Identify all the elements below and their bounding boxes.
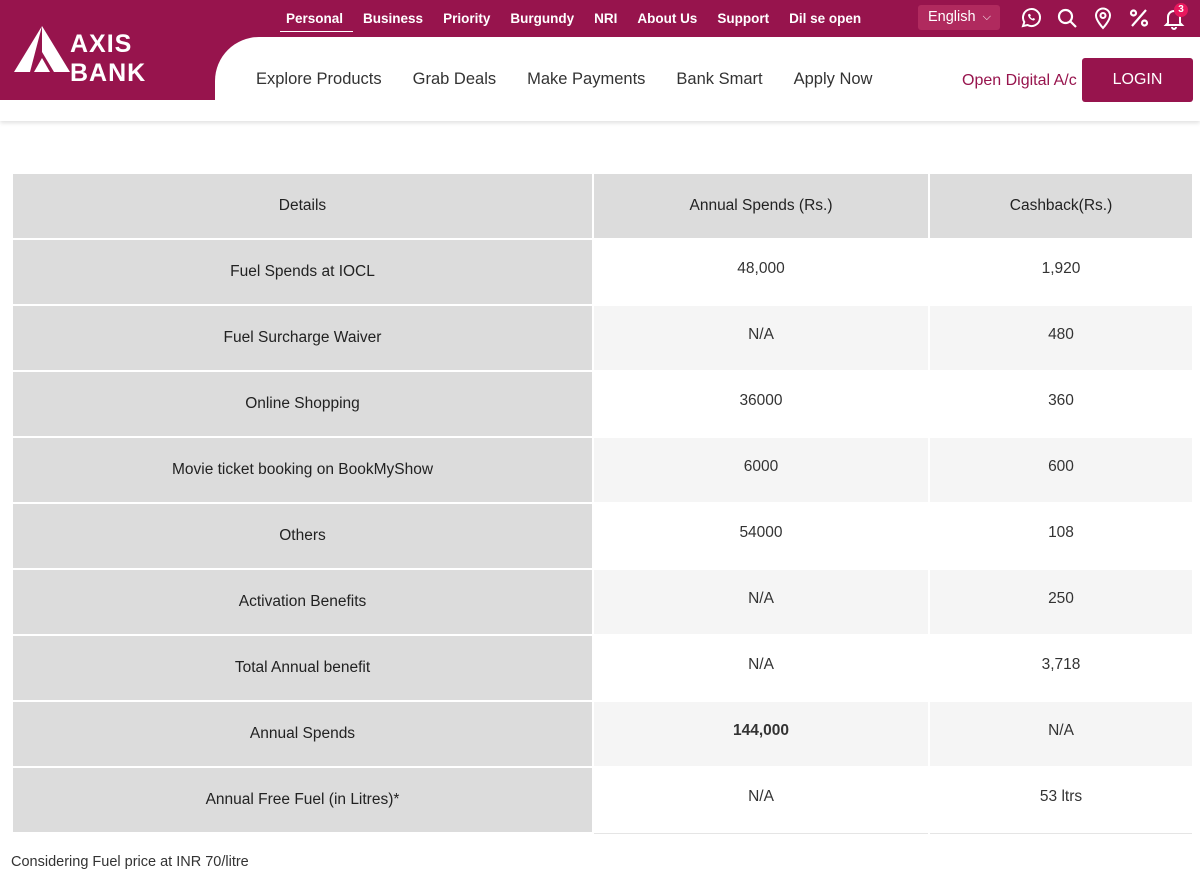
row-detail: Movie ticket booking on BookMyShow (11, 436, 594, 504)
row-annual-spends: 36000 (592, 370, 930, 438)
axis-bank-logo[interactable]: AXIS BANK (0, 0, 215, 100)
nav-make-payments[interactable]: Make Payments (527, 70, 645, 89)
row-cashback: 53 ltrs (928, 766, 1194, 834)
row-cashback: 1,920 (928, 238, 1194, 306)
notification-count-badge: 3 (1174, 3, 1188, 17)
header-details: Details (11, 172, 594, 240)
nav-bank-smart[interactable]: Bank Smart (676, 70, 762, 89)
row-detail: Fuel Spends at IOCL (11, 238, 594, 306)
row-cashback: 108 (928, 502, 1194, 570)
segment-nav: Personal Business Priority Burgundy NRI … (280, 0, 871, 37)
language-selected: English (928, 9, 976, 25)
row-annual-spends: N/A (592, 304, 930, 372)
table-row: Online Shopping 36000 360 (11, 370, 1194, 438)
row-cashback: N/A (928, 700, 1194, 768)
row-annual-spends: 54000 (592, 502, 930, 570)
row-detail: Annual Free Fuel (in Litres)* (11, 766, 594, 834)
row-detail: Fuel Surcharge Waiver (11, 304, 594, 372)
row-detail: Total Annual benefit (11, 634, 594, 702)
login-button[interactable]: LOGIN (1082, 58, 1193, 102)
brand-name: AXIS BANK (70, 30, 147, 87)
table-row: Annual Free Fuel (in Litres)* N/A 53 ltr… (11, 766, 1194, 834)
row-cashback: 3,718 (928, 634, 1194, 702)
row-detail: Activation Benefits (11, 568, 594, 636)
topnav-about-us[interactable]: About Us (627, 0, 707, 37)
open-digital-account-link[interactable]: Open Digital A/c (962, 72, 1077, 90)
nav-apply-now[interactable]: Apply Now (794, 70, 873, 89)
site-header: AXIS BANK Personal Business Priority Bur… (0, 0, 1200, 121)
topnav-dil-se-open[interactable]: Dil se open (779, 0, 871, 37)
whatsapp-icon[interactable] (1019, 6, 1043, 30)
row-cashback: 480 (928, 304, 1194, 372)
row-annual-spends: N/A (592, 634, 930, 702)
row-annual-spends: N/A (592, 568, 930, 636)
fuel-price-footnote: Considering Fuel price at INR 70/litre (11, 854, 249, 870)
main-nav: Explore Products Grab Deals Make Payment… (256, 70, 872, 89)
header-cashback: Cashback(Rs.) (928, 172, 1194, 240)
row-detail: Others (11, 502, 594, 570)
row-cashback: 250 (928, 568, 1194, 636)
cashback-table: Details Annual Spends (Rs.) Cashback(Rs.… (11, 172, 1194, 834)
nav-explore-products[interactable]: Explore Products (256, 70, 382, 89)
topnav-support[interactable]: Support (707, 0, 779, 37)
topnav-personal[interactable]: Personal (280, 0, 354, 37)
language-select[interactable]: English ⌵ (918, 5, 1000, 30)
table-row: Annual Spends 144,000 N/A (11, 700, 1194, 768)
header-annual-spends: Annual Spends (Rs.) (592, 172, 930, 240)
table-row: Fuel Spends at IOCL 48,000 1,920 (11, 238, 1194, 306)
row-cashback: 360 (928, 370, 1194, 438)
row-annual-spends: 6000 (592, 436, 930, 504)
row-annual-spends: N/A (592, 766, 930, 834)
row-annual-spends: 48,000 (592, 238, 930, 306)
location-pin-icon[interactable] (1091, 6, 1115, 30)
table-header-row: Details Annual Spends (Rs.) Cashback(Rs.… (11, 172, 1194, 240)
topnav-burgundy[interactable]: Burgundy (500, 0, 584, 37)
topnav-nri[interactable]: NRI (584, 0, 627, 37)
table-row: Activation Benefits N/A 250 (11, 568, 1194, 636)
axis-logo-icon (14, 26, 70, 72)
row-detail: Online Shopping (11, 370, 594, 438)
table-row: Fuel Surcharge Waiver N/A 480 (11, 304, 1194, 372)
topnav-priority[interactable]: Priority (433, 0, 500, 37)
row-cashback: 600 (928, 436, 1194, 504)
row-annual-spends: 144,000 (592, 700, 930, 768)
search-icon[interactable] (1055, 6, 1079, 30)
table-row: Movie ticket booking on BookMyShow 6000 … (11, 436, 1194, 504)
chevron-down-icon: ⌵ (982, 11, 991, 23)
table-row: Total Annual benefit N/A 3,718 (11, 634, 1194, 702)
row-detail: Annual Spends (11, 700, 594, 768)
table-row: Others 54000 108 (11, 502, 1194, 570)
offers-percent-icon[interactable] (1127, 6, 1151, 30)
nav-grab-deals[interactable]: Grab Deals (413, 70, 496, 89)
topnav-business[interactable]: Business (353, 0, 433, 37)
